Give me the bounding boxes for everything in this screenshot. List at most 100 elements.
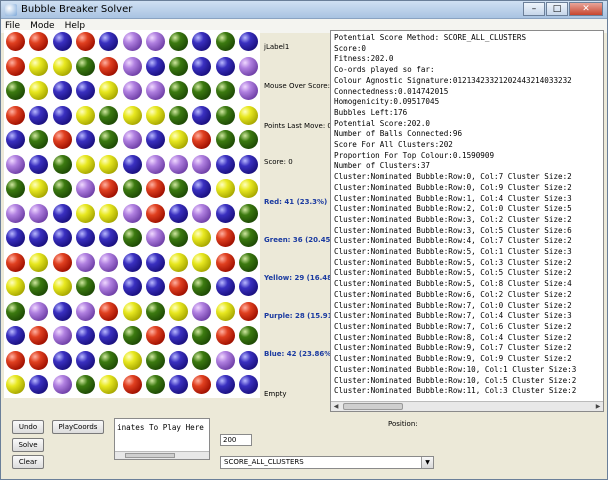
bubble[interactable] <box>239 81 258 100</box>
number-input[interactable]: 200 <box>220 434 252 446</box>
bubble[interactable] <box>169 179 189 198</box>
bubble[interactable] <box>75 203 95 223</box>
bubble[interactable] <box>75 154 95 174</box>
bubble[interactable] <box>99 228 119 247</box>
bubble[interactable] <box>99 154 119 174</box>
bubble[interactable] <box>239 277 258 296</box>
bubble[interactable] <box>145 105 165 125</box>
bubble[interactable] <box>192 81 212 100</box>
bubble[interactable] <box>6 375 25 394</box>
bubble[interactable] <box>52 32 72 51</box>
bubble[interactable] <box>215 350 235 370</box>
bubble[interactable] <box>29 81 49 100</box>
bubble[interactable] <box>169 32 189 51</box>
bubble[interactable] <box>122 301 142 321</box>
bubble[interactable] <box>215 105 235 125</box>
bubble[interactable] <box>239 56 258 76</box>
bubble[interactable] <box>52 350 72 370</box>
bubble[interactable] <box>122 179 142 198</box>
bubble[interactable] <box>239 228 258 247</box>
bubble[interactable] <box>6 105 25 125</box>
bubble[interactable] <box>145 179 165 198</box>
bubble[interactable] <box>145 301 165 321</box>
bubble[interactable] <box>6 277 25 296</box>
bubble[interactable] <box>29 154 49 174</box>
bubble[interactable] <box>99 105 119 125</box>
scroll-right-icon[interactable]: ▶ <box>593 402 603 411</box>
bubble[interactable] <box>215 203 235 223</box>
bubble[interactable] <box>215 130 235 149</box>
bubble[interactable] <box>99 301 119 321</box>
playcoords-button[interactable]: PlayCoords <box>52 420 104 434</box>
bubble[interactable] <box>52 277 72 296</box>
bubble[interactable] <box>6 203 25 223</box>
bubble[interactable] <box>239 252 258 272</box>
bubble[interactable] <box>145 154 165 174</box>
bubble[interactable] <box>215 277 235 296</box>
bubble[interactable] <box>52 81 72 100</box>
bubble[interactable] <box>52 228 72 247</box>
bubble[interactable] <box>192 350 212 370</box>
bubble[interactable] <box>6 228 25 247</box>
bubble[interactable] <box>239 32 258 51</box>
bubble[interactable] <box>215 301 235 321</box>
bubble[interactable] <box>145 277 165 296</box>
bubble[interactable] <box>215 56 235 76</box>
bubble[interactable] <box>29 326 49 345</box>
bubble[interactable] <box>169 350 189 370</box>
bubble[interactable] <box>122 32 142 51</box>
bubble[interactable] <box>192 179 212 198</box>
bubble[interactable] <box>52 301 72 321</box>
bubble[interactable] <box>75 56 95 76</box>
bubble[interactable] <box>52 252 72 272</box>
score-method-select[interactable]: SCORE_ALL_CLUSTERS ▼ <box>220 456 434 469</box>
bubble[interactable] <box>75 179 95 198</box>
bubble[interactable] <box>29 375 49 394</box>
bubble[interactable] <box>122 56 142 76</box>
bubble[interactable] <box>169 81 189 100</box>
bubble[interactable] <box>29 32 49 51</box>
bubble[interactable] <box>145 252 165 272</box>
bubble[interactable] <box>239 203 258 223</box>
bubble[interactable] <box>29 56 49 76</box>
bubble[interactable] <box>122 81 142 100</box>
bubble[interactable] <box>99 203 119 223</box>
bubble[interactable] <box>52 130 72 149</box>
bubble[interactable] <box>239 350 258 370</box>
bubble[interactable] <box>75 81 95 100</box>
bubble[interactable] <box>75 277 95 296</box>
undo-button[interactable]: Undo <box>12 420 44 434</box>
bubble[interactable] <box>169 56 189 76</box>
bubble[interactable] <box>75 105 95 125</box>
bubble[interactable] <box>122 277 142 296</box>
bubble[interactable] <box>145 375 165 394</box>
bubble[interactable] <box>75 228 95 247</box>
bubble[interactable] <box>52 203 72 223</box>
bubble[interactable] <box>29 252 49 272</box>
bubble[interactable] <box>75 375 95 394</box>
bubble[interactable] <box>99 252 119 272</box>
minimize-button[interactable]: – <box>523 1 545 16</box>
bubble[interactable] <box>215 326 235 345</box>
bubble[interactable] <box>215 179 235 198</box>
bubble[interactable] <box>169 105 189 125</box>
close-button[interactable]: ✕ <box>569 1 603 16</box>
bubble[interactable] <box>215 228 235 247</box>
bubble[interactable] <box>215 32 235 51</box>
bubble[interactable] <box>75 326 95 345</box>
bubble[interactable] <box>239 154 258 174</box>
bubble[interactable] <box>192 105 212 125</box>
bubble[interactable] <box>6 56 25 76</box>
bubble[interactable] <box>6 326 25 345</box>
bubble[interactable] <box>29 301 49 321</box>
bubble[interactable] <box>52 179 72 198</box>
bubble[interactable] <box>239 105 258 125</box>
bubble[interactable] <box>192 326 212 345</box>
bubble[interactable] <box>29 179 49 198</box>
bubble[interactable] <box>99 277 119 296</box>
bubble[interactable] <box>99 56 119 76</box>
bubble[interactable] <box>239 301 258 321</box>
bubble-board[interactable] <box>4 30 260 398</box>
bubble[interactable] <box>52 56 72 76</box>
bubble[interactable] <box>52 154 72 174</box>
